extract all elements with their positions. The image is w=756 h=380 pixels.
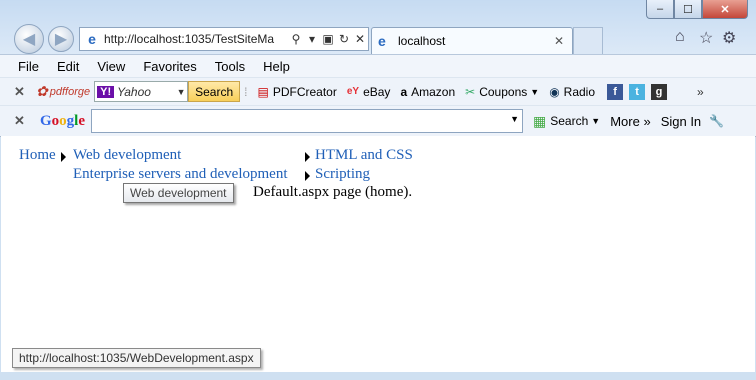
back-button[interactable]: ◀: [14, 24, 44, 54]
search-icon[interactable]: ⚲: [288, 32, 304, 46]
browser-chrome: – ☐ ✕ ◀ ▶ e http://localhost:1035/TestSi…: [0, 0, 756, 54]
more-button[interactable]: More »: [610, 114, 650, 129]
menu-bar: File Edit View Favorites Tools Help: [0, 54, 756, 77]
tab-localhost[interactable]: e localhost ✕: [371, 27, 573, 54]
menu-file[interactable]: File: [18, 59, 39, 74]
google-search-input[interactable]: ▼: [91, 109, 524, 133]
yahoo-search-input[interactable]: Yahoo: [117, 85, 175, 99]
chevron-down-icon: ▼: [530, 86, 540, 97]
chevron-down-icon: ▼: [591, 116, 601, 126]
close-toolbar-icon[interactable]: ✕: [14, 84, 30, 100]
coupons-icon: ✂: [465, 84, 476, 99]
arrow-right-icon: [61, 152, 66, 162]
close-window-button[interactable]: ✕: [702, 0, 748, 19]
compat-view-icon[interactable]: ▣: [320, 32, 336, 46]
pdfforge-icon: ✿: [36, 83, 48, 99]
sitemap-link-scripting[interactable]: Scripting: [315, 166, 370, 183]
window-controls: – ☐ ✕: [646, 0, 748, 19]
back-arrow-icon: ◀: [22, 31, 36, 48]
chevron-down-icon[interactable]: ▼: [510, 114, 519, 124]
google-logo[interactable]: Google: [40, 113, 85, 130]
page-body-text: Default.aspx page (home).: [253, 184, 413, 200]
google-plus-icon[interactable]: g: [651, 83, 668, 100]
pdfforge-logo[interactable]: ✿ pdfforge: [36, 83, 90, 100]
toolbar-separator: ⁞: [244, 84, 248, 99]
close-toolbar-icon[interactable]: ✕: [14, 113, 30, 129]
twitter-icon[interactable]: t: [629, 83, 646, 100]
stop-icon[interactable]: ✕: [352, 32, 368, 46]
maximize-button[interactable]: ☐: [674, 0, 702, 19]
dropdown-icon[interactable]: ▾: [304, 32, 320, 46]
coupons-button[interactable]: ✂ Coupons ▼: [465, 85, 539, 99]
radio-icon: ◉: [549, 84, 560, 99]
google-search-icon: ▦: [533, 112, 547, 129]
pdf-icon: ▤: [257, 84, 269, 99]
sitemap-link-web-development[interactable]: Web development: [73, 147, 181, 164]
google-toolbar: ✕ Google ▼ ▦ Search ▼ More » Sign In 🔧: [0, 105, 756, 137]
radio-button[interactable]: ◉ Radio: [549, 85, 595, 99]
forward-button[interactable]: ▶: [48, 26, 74, 52]
menu-tools[interactable]: Tools: [215, 59, 245, 74]
address-url[interactable]: http://localhost:1035/TestSiteMa: [104, 32, 288, 46]
refresh-icon[interactable]: ↻: [336, 32, 352, 46]
yahoo-search-selector[interactable]: Y! Yahoo ▼: [94, 81, 189, 102]
pdfcreator-button[interactable]: ▤ PDFCreator: [257, 85, 336, 99]
arrow-right-icon: [305, 171, 310, 181]
yahoo-icon: Y!: [97, 85, 115, 98]
menu-favorites[interactable]: Favorites: [143, 59, 196, 74]
close-tab-icon[interactable]: ✕: [554, 34, 568, 48]
status-url-tooltip: http://localhost:1035/WebDevelopment.asp…: [12, 348, 261, 368]
menu-edit[interactable]: Edit: [57, 59, 79, 74]
tab-title: localhost: [398, 34, 446, 48]
ie-tab-icon: e: [378, 33, 386, 49]
amazon-icon: a: [400, 84, 408, 99]
menu-help[interactable]: Help: [263, 59, 290, 74]
new-tab-button[interactable]: [573, 27, 603, 54]
home-icon[interactable]: ⌂: [675, 28, 685, 46]
sitemap-link-enterprise[interactable]: Enterprise servers and development: [73, 166, 288, 183]
link-tooltip: Web development: [123, 183, 234, 203]
minimize-button[interactable]: –: [646, 0, 674, 19]
facebook-icon[interactable]: f: [607, 83, 624, 100]
ebay-icon: eY: [346, 86, 360, 97]
pdfforge-toolbar: ✕ ✿ pdfforge Y! Yahoo ▼ Search ⁞ ▤ PDFCrea…: [0, 77, 756, 105]
arrow-right-icon: [305, 152, 310, 162]
sign-in-button[interactable]: Sign In: [661, 114, 701, 129]
ebay-button[interactable]: eY eBay: [347, 85, 391, 99]
forward-arrow-icon: ▶: [54, 31, 68, 48]
ie-page-icon: e: [88, 31, 96, 47]
address-bar[interactable]: e http://localhost:1035/TestSiteMa ⚲ ▾ ▣…: [79, 27, 369, 51]
double-chevron-icon: »: [643, 113, 651, 129]
sitemap-link-html-css[interactable]: HTML and CSS: [315, 147, 413, 164]
amazon-button[interactable]: a Amazon: [400, 85, 455, 99]
page-content: Home Web development HTML and CSS Enterp…: [1, 136, 755, 372]
chevron-down-icon[interactable]: ▼: [175, 87, 187, 97]
google-search-button[interactable]: ▦ Search ▼: [533, 113, 600, 130]
favorites-star-icon[interactable]: ☆: [699, 28, 713, 48]
gear-icon[interactable]: ⚙: [722, 28, 736, 48]
wrench-icon[interactable]: 🔧: [709, 114, 724, 128]
sitemap-link-home[interactable]: Home: [19, 147, 56, 164]
search-button[interactable]: Search: [188, 81, 241, 102]
menu-view[interactable]: View: [97, 59, 125, 74]
toolbar-overflow-icon[interactable]: »: [697, 85, 704, 99]
